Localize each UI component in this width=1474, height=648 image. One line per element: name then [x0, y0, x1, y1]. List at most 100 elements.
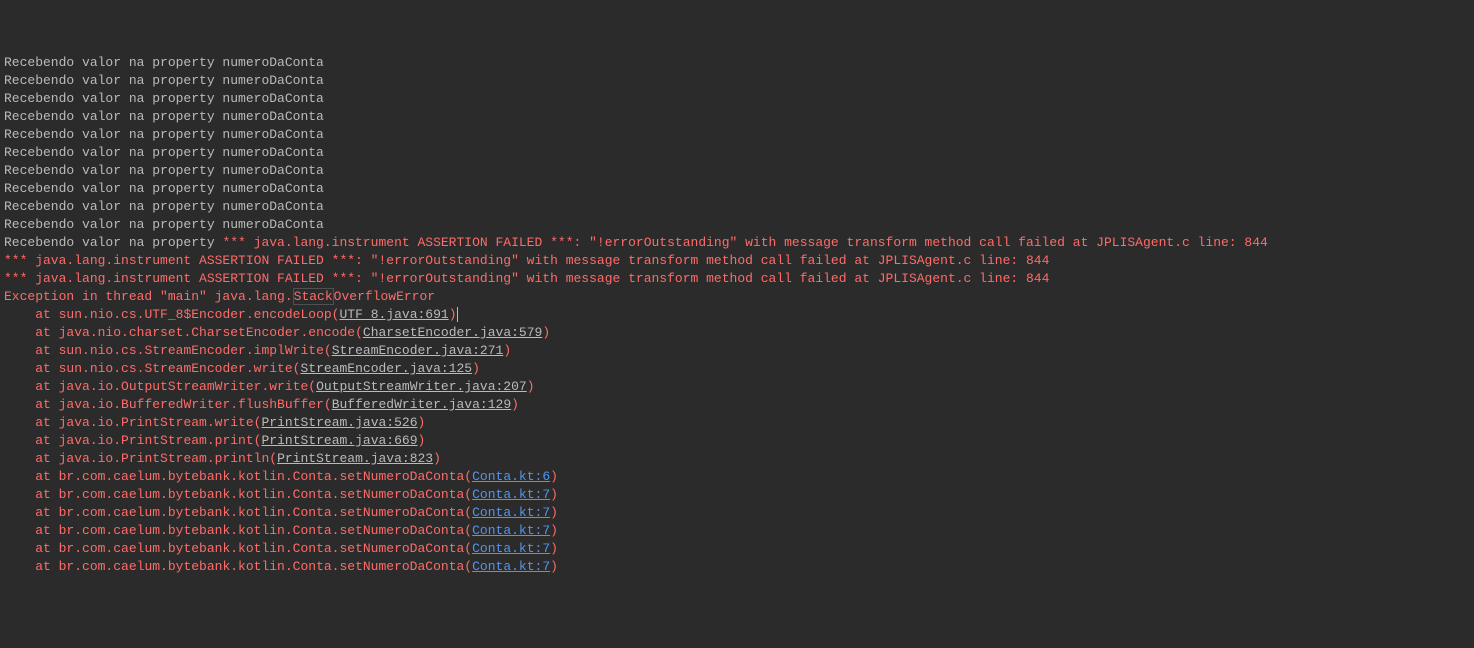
stack-method: br.com.caelum.bytebank.kotlin.Conta.setN…	[59, 505, 465, 520]
stack-frame: at br.com.caelum.bytebank.kotlin.Conta.s…	[4, 540, 1470, 558]
log-line: Recebendo valor na property numeroDaCont…	[4, 126, 1470, 144]
source-link[interactable]: Conta.kt:7	[472, 523, 550, 538]
paren-close: )	[550, 523, 558, 538]
source-link[interactable]: UTF_8.java:691	[339, 307, 448, 322]
stack-frame: at br.com.caelum.bytebank.kotlin.Conta.s…	[4, 522, 1470, 540]
indent	[4, 378, 35, 396]
indent	[4, 468, 35, 486]
paren-open: (	[464, 469, 472, 484]
at-keyword: at	[35, 451, 58, 466]
assertion-error: *** java.lang.instrument ASSERTION FAILE…	[222, 235, 1267, 250]
stack-method: java.nio.charset.CharsetEncoder.encode	[59, 325, 355, 340]
indent	[4, 486, 35, 504]
stack-method: java.io.BufferedWriter.flushBuffer	[59, 397, 324, 412]
source-link[interactable]: PrintStream.java:669	[261, 433, 417, 448]
source-link[interactable]: Conta.kt:7	[472, 487, 550, 502]
at-keyword: at	[35, 523, 58, 538]
source-link[interactable]: Conta.kt:7	[472, 559, 550, 574]
indent	[4, 342, 35, 360]
log-line: Recebendo valor na property numeroDaCont…	[4, 72, 1470, 90]
stack-frame: at sun.nio.cs.StreamEncoder.implWrite(St…	[4, 342, 1470, 360]
paren-open: (	[324, 343, 332, 358]
paren-close: )	[472, 361, 480, 376]
stack-method: br.com.caelum.bytebank.kotlin.Conta.setN…	[59, 541, 465, 556]
source-link[interactable]: PrintStream.java:526	[261, 415, 417, 430]
stack-method: java.io.OutputStreamWriter.write	[59, 379, 309, 394]
at-keyword: at	[35, 415, 58, 430]
source-link[interactable]: OutputStreamWriter.java:207	[316, 379, 527, 394]
stack-frame: at java.io.PrintStream.print(PrintStream…	[4, 432, 1470, 450]
paren-open: (	[308, 379, 316, 394]
at-keyword: at	[35, 379, 58, 394]
paren-open: (	[464, 487, 472, 502]
paren-close: )	[418, 433, 426, 448]
at-keyword: at	[35, 343, 58, 358]
log-line: Recebendo valor na property numeroDaCont…	[4, 162, 1470, 180]
stack-method: java.io.PrintStream.print	[59, 433, 254, 448]
paren-close: )	[550, 541, 558, 556]
stack-method: br.com.caelum.bytebank.kotlin.Conta.setN…	[59, 523, 465, 538]
paren-open: (	[464, 523, 472, 538]
paren-close: )	[542, 325, 550, 340]
paren-close: )	[550, 487, 558, 502]
indent	[4, 324, 35, 342]
stack-frame: at sun.nio.cs.UTF_8$Encoder.encodeLoop(U…	[4, 306, 1470, 324]
at-keyword: at	[35, 325, 58, 340]
stack-frame: at java.io.PrintStream.println(PrintStre…	[4, 450, 1470, 468]
at-keyword: at	[35, 433, 58, 448]
paren-close: )	[527, 379, 535, 394]
log-line: Recebendo valor na property numeroDaCont…	[4, 198, 1470, 216]
exception-prefix: Exception in thread "main" java.lang.	[4, 289, 293, 304]
source-link[interactable]: CharsetEncoder.java:579	[363, 325, 542, 340]
source-link[interactable]: StreamEncoder.java:271	[332, 343, 504, 358]
indent	[4, 558, 35, 576]
log-line: Recebendo valor na property numeroDaCont…	[4, 180, 1470, 198]
assertion-error: *** java.lang.instrument ASSERTION FAILE…	[4, 252, 1470, 270]
stack-frame: at java.io.PrintStream.write(PrintStream…	[4, 414, 1470, 432]
source-link[interactable]: StreamEncoder.java:125	[300, 361, 472, 376]
stack-frame: at java.io.BufferedWriter.flushBuffer(Bu…	[4, 396, 1470, 414]
paren-close: )	[550, 505, 558, 520]
paren-close: )	[511, 397, 519, 412]
at-keyword: at	[35, 505, 58, 520]
console-output[interactable]: Recebendo valor na property numeroDaCont…	[0, 54, 1474, 576]
log-line-mixed: Recebendo valor na property *** java.lan…	[4, 234, 1470, 252]
source-link[interactable]: BufferedWriter.java:129	[332, 397, 511, 412]
stack-method: br.com.caelum.bytebank.kotlin.Conta.setN…	[59, 487, 465, 502]
at-keyword: at	[35, 397, 58, 412]
source-link[interactable]: Conta.kt:7	[472, 541, 550, 556]
find-highlight: Stack	[293, 288, 334, 305]
stack-method: java.io.PrintStream.write	[59, 415, 254, 430]
at-keyword: at	[35, 307, 58, 322]
paren-open: (	[464, 505, 472, 520]
source-link[interactable]: Conta.kt:7	[472, 505, 550, 520]
stack-frame: at br.com.caelum.bytebank.kotlin.Conta.s…	[4, 486, 1470, 504]
stack-method: sun.nio.cs.StreamEncoder.implWrite	[59, 343, 324, 358]
source-link[interactable]: PrintStream.java:823	[277, 451, 433, 466]
exception-header: Exception in thread "main" java.lang.Sta…	[4, 288, 1470, 306]
log-line: Recebendo valor na property numeroDaCont…	[4, 90, 1470, 108]
paren-open: (	[324, 397, 332, 412]
paren-close: )	[550, 559, 558, 574]
paren-close: )	[503, 343, 511, 358]
indent	[4, 360, 35, 378]
paren-open: (	[464, 541, 472, 556]
indent	[4, 504, 35, 522]
log-line: Recebendo valor na property numeroDaCont…	[4, 108, 1470, 126]
indent	[4, 432, 35, 450]
source-link[interactable]: Conta.kt:6	[472, 469, 550, 484]
stack-method: br.com.caelum.bytebank.kotlin.Conta.setN…	[59, 559, 465, 574]
exception-suffix: OverflowError	[334, 289, 435, 304]
log-line: Recebendo valor na property numeroDaCont…	[4, 216, 1470, 234]
log-line: Recebendo valor na property numeroDaCont…	[4, 144, 1470, 162]
stack-method: sun.nio.cs.UTF_8$Encoder.encodeLoop	[59, 307, 332, 322]
at-keyword: at	[35, 541, 58, 556]
indent	[4, 450, 35, 468]
paren-open: (	[355, 325, 363, 340]
indent	[4, 414, 35, 432]
at-keyword: at	[35, 469, 58, 484]
stack-method: br.com.caelum.bytebank.kotlin.Conta.setN…	[59, 469, 465, 484]
paren-open: (	[464, 559, 472, 574]
log-partial: Recebendo valor na property	[4, 235, 222, 250]
text-cursor	[457, 307, 458, 322]
